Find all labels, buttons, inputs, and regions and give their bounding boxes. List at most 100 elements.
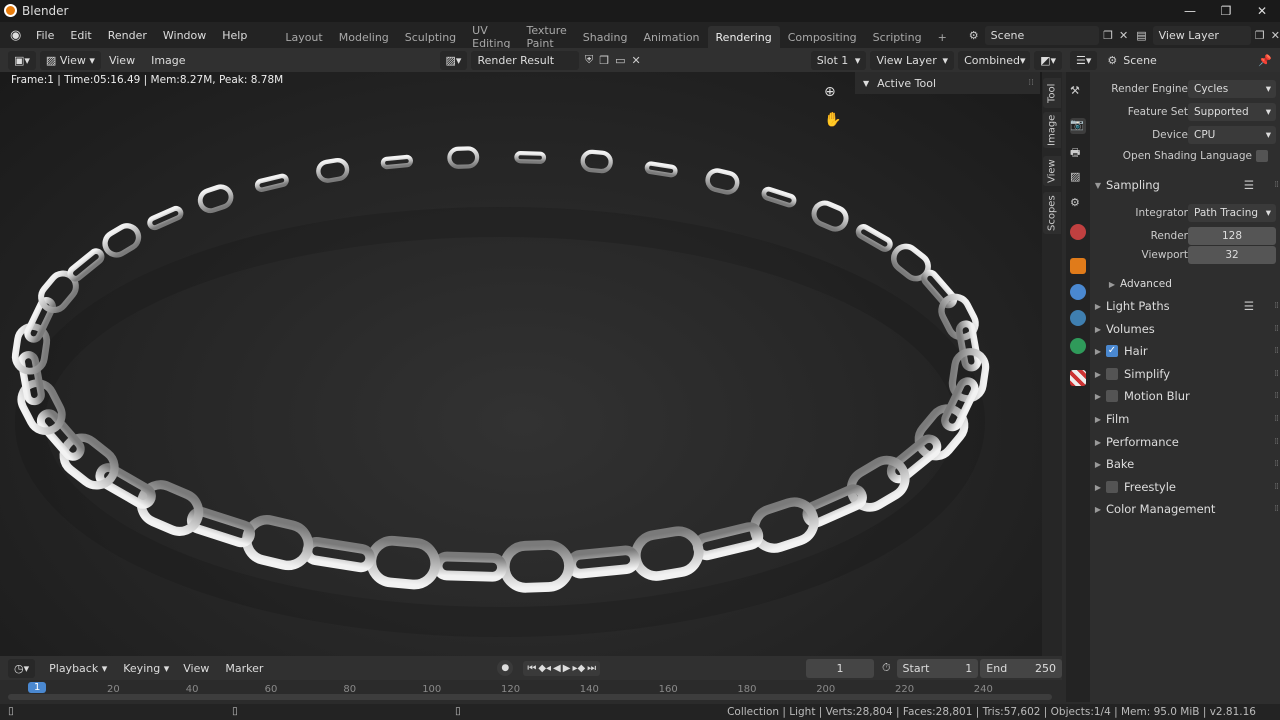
display-channels-icon[interactable]: ◩▾ bbox=[1034, 50, 1062, 70]
hair-checkbox[interactable]: ✓ bbox=[1106, 345, 1118, 357]
active-tool-panel[interactable]: ▼ Active Tool ⁞⁞ bbox=[855, 72, 1040, 94]
tab-scopes[interactable]: Scopes bbox=[1043, 192, 1061, 234]
view-layer-field[interactable]: View Layer bbox=[1152, 25, 1251, 45]
render-engine-dropdown[interactable]: Cycles ▾ bbox=[1188, 80, 1276, 98]
pan-hand-icon[interactable]: ✋ bbox=[824, 112, 841, 128]
current-frame-field[interactable]: 1 bbox=[806, 658, 874, 678]
drag-handle-icon[interactable]: ⁞⁞ bbox=[1274, 324, 1279, 334]
play-icon[interactable]: ▶ bbox=[563, 663, 571, 674]
keying-menu[interactable]: Keying ▾ bbox=[117, 659, 175, 678]
pass-dropdown[interactable]: Combined ▾ bbox=[958, 50, 1031, 70]
tab-uv-editing[interactable]: UV Editing bbox=[464, 24, 518, 50]
tab-tool[interactable]: Tool bbox=[1043, 78, 1061, 108]
timeline-area[interactable]: 1 20 40 60 80 100 120 140 160 180 200 220 240 bbox=[0, 680, 1062, 704]
render-samples-field[interactable]: 128 bbox=[1188, 227, 1276, 245]
view-layer-icon[interactable]: ▤ bbox=[1136, 29, 1146, 42]
maximize-button[interactable]: ❐ bbox=[1208, 0, 1244, 22]
blender-menu-icon[interactable]: ◉ bbox=[10, 28, 28, 43]
prev-keyframe-icon[interactable]: ◆◂ bbox=[538, 663, 551, 674]
timeline-scrollbar[interactable] bbox=[8, 694, 1052, 700]
new-scene-icon[interactable]: ❐ bbox=[1103, 29, 1113, 42]
render-tab-icon[interactable]: 📷 bbox=[1070, 118, 1086, 134]
scene-tab-icon[interactable]: ⚙ bbox=[1070, 196, 1086, 212]
remove-view-layer-icon[interactable]: ✕ bbox=[1271, 29, 1280, 42]
constraints-tab-icon[interactable] bbox=[1070, 310, 1086, 326]
drag-handle-icon[interactable]: ⁞⁞ bbox=[1274, 437, 1279, 447]
presets-list-icon[interactable]: ☰ bbox=[1244, 178, 1254, 192]
drag-handle-icon[interactable]: ⁞⁞ bbox=[1274, 180, 1279, 190]
menu-help[interactable]: Help bbox=[214, 29, 255, 42]
physics-tab-icon[interactable] bbox=[1070, 284, 1086, 300]
simplify-panel[interactable]: ▶ Simplify ⁞⁞ bbox=[1090, 363, 1280, 385]
tab-rendering[interactable]: Rendering bbox=[707, 26, 780, 48]
film-panel[interactable]: ▶ Film ⁞⁞ bbox=[1090, 408, 1280, 430]
menu-window[interactable]: Window bbox=[155, 29, 214, 42]
menu-render[interactable]: Render bbox=[100, 29, 155, 42]
stopwatch-icon[interactable]: ⏱ bbox=[882, 661, 891, 675]
properties-editor-type-icon[interactable]: ☰▾ bbox=[1070, 50, 1098, 70]
play-reverse-icon[interactable]: ◀ bbox=[553, 663, 561, 674]
world-tab-icon[interactable] bbox=[1070, 224, 1086, 240]
tab-view[interactable]: View bbox=[1043, 156, 1061, 186]
object-data-tab-icon[interactable] bbox=[1070, 338, 1086, 354]
tab-layout[interactable]: Layout bbox=[277, 26, 330, 48]
tab-image[interactable]: Image bbox=[1043, 112, 1061, 148]
timeline-view-menu[interactable]: View bbox=[175, 662, 217, 675]
freestyle-panel[interactable]: ▶ Freestyle ⁞⁞ bbox=[1090, 476, 1280, 498]
menu-view[interactable]: View bbox=[101, 54, 143, 67]
hair-panel[interactable]: ▶ ✓ Hair ⁞⁞ bbox=[1090, 340, 1280, 362]
new-view-layer-icon[interactable]: ❐ bbox=[1255, 29, 1265, 42]
render-result-field[interactable]: Render Result bbox=[471, 50, 579, 70]
freestyle-checkbox[interactable] bbox=[1106, 481, 1118, 493]
texture-tab-icon[interactable] bbox=[1070, 370, 1086, 386]
editor-type-icon[interactable]: ▣▾ bbox=[8, 50, 36, 70]
drag-handle-icon[interactable]: ⁞⁞ bbox=[1274, 301, 1279, 311]
tool-tab-icon[interactable]: ⚒ bbox=[1070, 84, 1086, 100]
menu-image[interactable]: Image bbox=[143, 54, 193, 67]
scene-field[interactable]: Scene bbox=[984, 25, 1100, 45]
add-workspace-icon[interactable]: + bbox=[930, 26, 955, 48]
drag-handle-icon[interactable]: ⁞⁞ bbox=[1274, 369, 1279, 379]
output-tab-icon[interactable]: 🖶 bbox=[1070, 144, 1086, 160]
view-mode-dropdown[interactable]: ▨ View ▾ bbox=[39, 50, 101, 70]
remove-scene-icon[interactable]: ✕ bbox=[1119, 29, 1128, 42]
simplify-checkbox[interactable] bbox=[1106, 368, 1118, 380]
marker-menu[interactable]: Marker bbox=[217, 662, 271, 675]
performance-panel[interactable]: ▶ Performance ⁞⁞ bbox=[1090, 431, 1280, 453]
timeline-editor-type-icon[interactable]: ◷▾ bbox=[8, 658, 36, 678]
osl-checkbox[interactable] bbox=[1256, 150, 1268, 162]
menu-file[interactable]: File bbox=[28, 29, 62, 42]
drag-handle-icon[interactable]: ⁞⁞ bbox=[1028, 78, 1034, 88]
start-frame-field[interactable]: Start 1 bbox=[896, 658, 979, 678]
layer-dropdown[interactable]: View Layer ▾ bbox=[870, 50, 955, 70]
end-frame-field[interactable]: End 250 bbox=[980, 658, 1062, 678]
playback-menu[interactable]: Playback ▾ bbox=[43, 659, 113, 678]
feature-set-dropdown[interactable]: Supported ▾ bbox=[1188, 103, 1276, 121]
drag-handle-icon[interactable]: ⁞⁞ bbox=[1274, 414, 1279, 424]
jump-end-icon[interactable]: ⏭ bbox=[587, 663, 596, 674]
image-browse-icon[interactable]: ▨▾ bbox=[439, 50, 468, 70]
viewport-samples-field[interactable]: 32 bbox=[1188, 246, 1276, 264]
integrator-dropdown[interactable]: Path Tracing ▾ bbox=[1188, 204, 1276, 222]
volumes-panel[interactable]: ▶ Volumes ⁞⁞ bbox=[1090, 318, 1280, 340]
light-paths-panel[interactable]: ▶ Light Paths ☰ ⁞⁞ bbox=[1090, 295, 1280, 317]
current-frame-marker[interactable]: 1 bbox=[28, 682, 47, 693]
slot-dropdown[interactable]: Slot 1 ▾ bbox=[810, 50, 867, 70]
render-viewport[interactable] bbox=[0, 72, 1044, 656]
close-button[interactable]: ✕ bbox=[1244, 0, 1280, 22]
zoom-icon[interactable]: ⊕ bbox=[824, 84, 836, 100]
tab-sculpting[interactable]: Sculpting bbox=[397, 26, 464, 48]
color-management-panel[interactable]: ▶ Color Management ⁞⁞ bbox=[1090, 498, 1280, 520]
pin-icon[interactable]: 📌 bbox=[1258, 54, 1272, 67]
tab-scripting[interactable]: Scripting bbox=[865, 26, 930, 48]
tab-texture-paint[interactable]: Texture Paint bbox=[518, 24, 574, 50]
presets-list-icon[interactable]: ☰ bbox=[1244, 299, 1254, 313]
tab-modeling[interactable]: Modeling bbox=[331, 26, 397, 48]
drag-handle-icon[interactable]: ⁞⁞ bbox=[1274, 482, 1279, 492]
scene-icon[interactable]: ⚙ bbox=[969, 29, 979, 42]
drag-handle-icon[interactable]: ⁞⁞ bbox=[1274, 391, 1279, 401]
device-dropdown[interactable]: CPU ▾ bbox=[1188, 126, 1276, 144]
new-image-icon[interactable]: ❐ bbox=[599, 54, 609, 67]
drag-handle-icon[interactable]: ⁞⁞ bbox=[1274, 504, 1279, 514]
drag-handle-icon[interactable]: ⁞⁞ bbox=[1274, 346, 1279, 356]
